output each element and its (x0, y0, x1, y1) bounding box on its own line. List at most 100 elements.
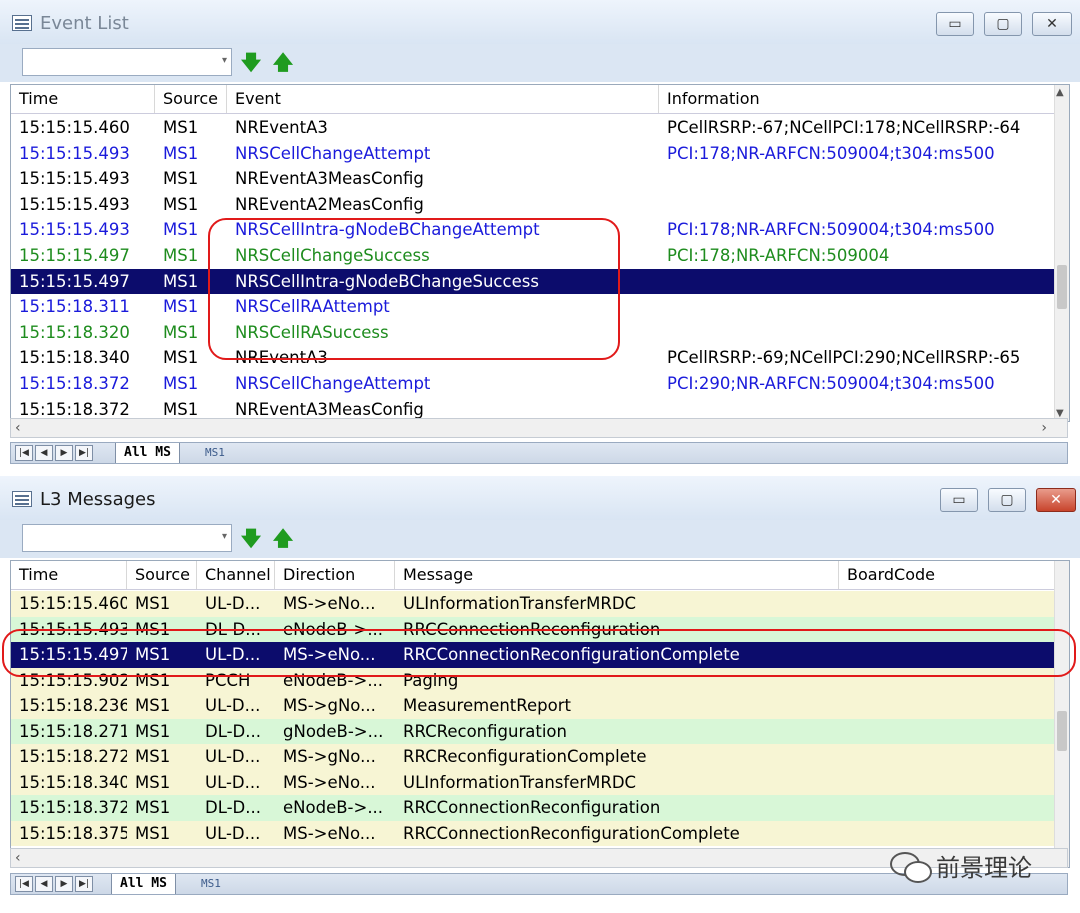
event-list-toolbar: ▾ 🡇 🡅 (0, 44, 1080, 82)
arrow-down-icon[interactable]: 🡇 (240, 50, 262, 74)
column-header-time[interactable]: Time (11, 85, 155, 113)
cell-channel: UL-D... (205, 645, 261, 664)
table-row[interactable]: 15:15:18.340 MS1 NREventA3 PCellRSRP:-69;NC… (11, 345, 1055, 371)
column-header-channel[interactable]: Channel (197, 561, 275, 589)
table-row[interactable]: 15:15:15.493 MS1 DL-D... eNodeB->... RRCConn… (11, 616, 1055, 642)
l3-message-grid: Time Source Channel Direction Message Bo… (10, 560, 1070, 868)
cell-message: Paging (403, 670, 459, 690)
cell-source: MS1 (135, 670, 171, 690)
scroll-left-icon[interactable]: ‹ (15, 850, 21, 866)
cell-message: RRCReconfiguration (403, 721, 567, 741)
cell-event: NREventA3MeasConfig (235, 169, 424, 189)
column-header-boardcode[interactable]: BoardCode (839, 561, 1055, 589)
cell-source: MS1 (135, 696, 171, 715)
column-header-message[interactable]: Message (395, 561, 839, 589)
cell-source: MS1 (163, 169, 199, 189)
cell-source: MS1 (163, 271, 199, 291)
cell-source: MS1 (163, 374, 199, 393)
arrow-up-icon[interactable]: 🡅 (272, 50, 294, 74)
table-row[interactable]: 15:15:18.340 MS1 UL-D... MS->eNo... ULInform… (11, 769, 1055, 795)
column-header-source[interactable]: Source (127, 561, 197, 589)
tab-ms1[interactable]: MS1 (197, 443, 233, 463)
next-page-icon[interactable]: ▶ (55, 445, 73, 461)
table-row[interactable]: 15:15:15.460 MS1 NREventA3 PCellRSRP:-67;NC… (11, 115, 1055, 141)
cell-event: NRSCellRAAttempt (235, 297, 390, 317)
table-row[interactable]: 15:15:15.493 MS1 NRSCellChangeAttempt PCI:1… (11, 141, 1055, 167)
table-row[interactable]: 15:15:18.372 MS1 NRSCellChangeAttempt PCI:2… (11, 371, 1055, 397)
column-header-time[interactable]: Time (11, 561, 127, 589)
first-page-icon[interactable]: |◀ (15, 445, 33, 461)
cell-info: PCI:290;NR-ARFCN:509004;t304:ms500 (667, 374, 995, 393)
event-grid: Time Source Event Information 15:15:15.4… (10, 84, 1070, 422)
cell-channel: UL-D... (205, 823, 261, 843)
scroll-left-icon[interactable]: ‹ (15, 420, 21, 436)
table-row[interactable]: 15:15:15.493 MS1 NRSCellIntra-gNodeBChange… (11, 217, 1055, 243)
cell-boardcode (839, 795, 1055, 821)
cell-info (659, 320, 1055, 346)
table-row[interactable]: 15:15:15.497 MS1 UL-D... MS->eNo... RRCConne… (11, 642, 1055, 668)
vertical-scrollbar[interactable]: ▲ ▼ (1054, 85, 1069, 421)
scroll-right-icon[interactable]: › (1041, 420, 1047, 436)
minimize-button[interactable]: ▭ (936, 12, 974, 36)
table-row[interactable]: 15:15:18.375 MS1 UL-D... MS->eNo... RRCConne… (11, 820, 1055, 846)
cell-source: MS1 (135, 798, 171, 817)
scroll-thumb[interactable] (1057, 265, 1067, 309)
table-row[interactable]: 15:15:18.271 MS1 DL-D... gNodeB->... RRCReco… (11, 718, 1055, 744)
last-page-icon[interactable]: ▶| (75, 876, 93, 892)
column-header-direction[interactable]: Direction (275, 561, 395, 589)
cell-event: NRSCellChangeAttempt (235, 374, 431, 393)
maximize-button[interactable]: ▢ (984, 12, 1022, 36)
cell-channel: UL-D... (205, 772, 261, 792)
cell-event: NREventA3 (235, 118, 328, 137)
table-row[interactable]: 15:15:18.272 MS1 UL-D... MS->gNo... RRCRecon… (11, 744, 1055, 770)
column-header-information[interactable]: Information (659, 85, 1055, 113)
grid-header: Time Source Event Information (11, 85, 1055, 114)
table-row[interactable]: 15:15:15.497 MS1 NRSCellChangeSuccess PCI:1… (11, 243, 1055, 269)
table-row[interactable]: 15:15:15.493 MS1 NREventA2MeasConfig (11, 192, 1055, 218)
arrow-up-icon[interactable]: 🡅 (272, 526, 294, 550)
cell-channel: DL-D... (205, 619, 262, 639)
column-header-event[interactable]: Event (227, 85, 659, 113)
next-page-icon[interactable]: ▶ (55, 876, 73, 892)
cell-time: 15:15:18.375 (19, 823, 127, 843)
table-row[interactable]: 15:15:18.320 MS1 NRSCellRASuccess (11, 320, 1055, 346)
table-row[interactable]: 15:15:18.236 MS1 UL-D... MS->gNo... Measurem… (11, 693, 1055, 719)
cell-direction: eNodeB->... (283, 619, 384, 639)
table-row[interactable]: 15:15:15.460 MS1 UL-D... MS->eNo... ULInform… (11, 591, 1055, 617)
table-row[interactable]: 15:15:15.497 MS1 NRSCellIntra-gNodeBChange… (11, 268, 1055, 295)
cell-boardcode (839, 668, 1055, 694)
tab-all-ms[interactable]: All MS (111, 874, 176, 894)
close-button[interactable]: ✕ (1036, 488, 1076, 512)
table-row[interactable]: 15:15:18.311 MS1 NRSCellRAAttempt (11, 294, 1055, 320)
table-row[interactable]: 15:15:15.902 MS1 PCCH eNodeB->... Paging (11, 667, 1055, 694)
list-window-icon (12, 491, 32, 507)
prev-page-icon[interactable]: ◀ (35, 445, 53, 461)
cell-info: PCellRSRP:-69;NCellPCI:290;NCellRSRP:-65 (667, 348, 1021, 368)
maximize-button[interactable]: ▢ (988, 488, 1026, 512)
table-row[interactable]: 15:15:18.372 MS1 DL-D... eNodeB->... RRCConn… (11, 795, 1055, 821)
close-button[interactable]: ✕ (1032, 12, 1072, 36)
cell-channel: PCCH (205, 670, 251, 690)
table-row[interactable]: 15:15:15.493 MS1 NREventA3MeasConfig (11, 166, 1055, 192)
column-header-source[interactable]: Source (155, 85, 227, 113)
filter-combobox[interactable]: ▾ (22, 48, 232, 76)
scroll-thumb[interactable] (1057, 711, 1067, 751)
prev-page-icon[interactable]: ◀ (35, 876, 53, 892)
arrow-down-icon[interactable]: 🡇 (240, 526, 262, 550)
chevron-down-icon[interactable]: ▾ (222, 55, 227, 66)
vertical-scrollbar[interactable] (1054, 561, 1069, 867)
cell-message: RRCConnectionReconfiguration (403, 619, 661, 639)
cell-source: MS1 (163, 322, 199, 342)
tab-ms1[interactable]: MS1 (193, 874, 229, 894)
cell-source: MS1 (163, 194, 199, 214)
last-page-icon[interactable]: ▶| (75, 445, 93, 461)
horizontal-scrollbar[interactable]: ‹ › (10, 418, 1068, 438)
scroll-up-icon[interactable]: ▲ (1056, 87, 1064, 98)
cell-time: 15:15:18.272 (19, 747, 127, 766)
filter-combobox[interactable]: ▾ (22, 524, 232, 552)
chevron-down-icon[interactable]: ▾ (222, 531, 227, 542)
minimize-button[interactable]: ▭ (940, 488, 978, 512)
cell-channel: UL-D... (205, 594, 261, 613)
tab-all-ms[interactable]: All MS (115, 443, 180, 463)
first-page-icon[interactable]: |◀ (15, 876, 33, 892)
